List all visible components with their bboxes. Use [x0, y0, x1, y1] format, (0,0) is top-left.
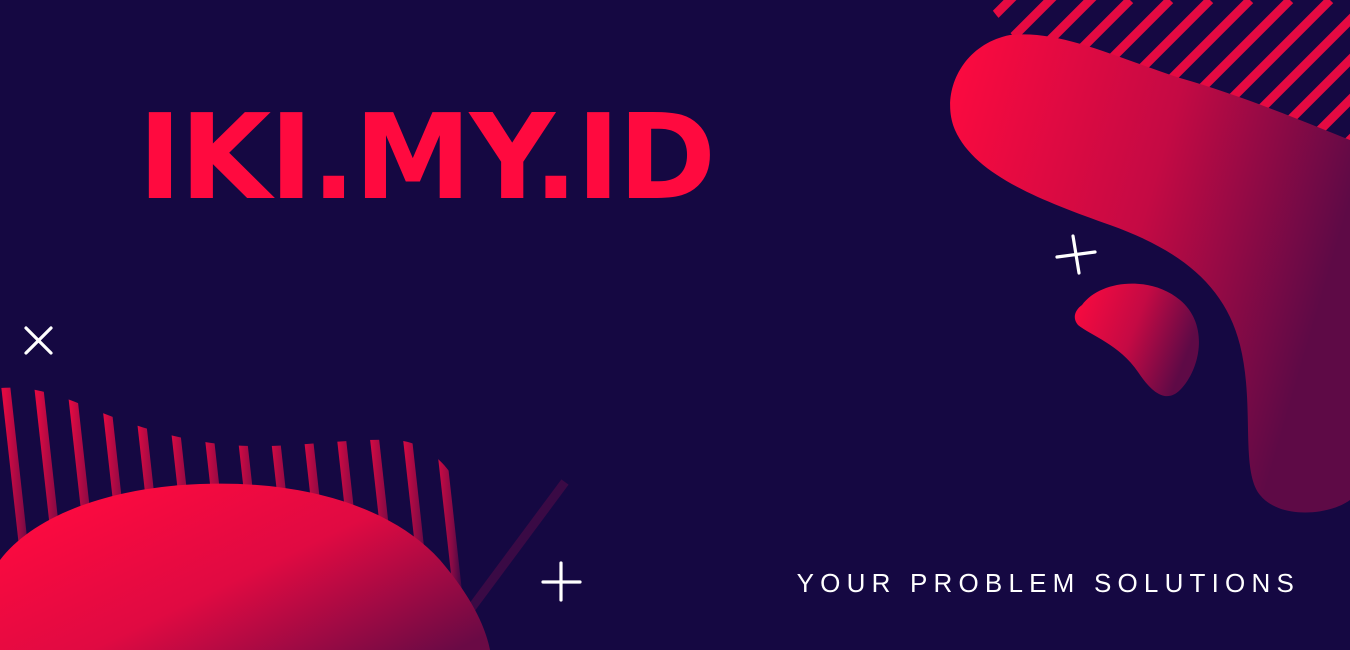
- banner: IKI.MY.ID YOUR PROBLEM SOLUTIONS: [0, 0, 1350, 650]
- plus-icon: [1055, 234, 1097, 275]
- tagline: YOUR PROBLEM SOLUTIONS: [796, 568, 1300, 598]
- close-icon: [24, 326, 53, 355]
- diagonal-line: [466, 479, 569, 613]
- blob-top-right: [950, 34, 1350, 513]
- blob-small-right: [1074, 283, 1199, 397]
- plus-icon: [541, 561, 582, 602]
- brand-title: IKI.MY.ID: [138, 88, 716, 226]
